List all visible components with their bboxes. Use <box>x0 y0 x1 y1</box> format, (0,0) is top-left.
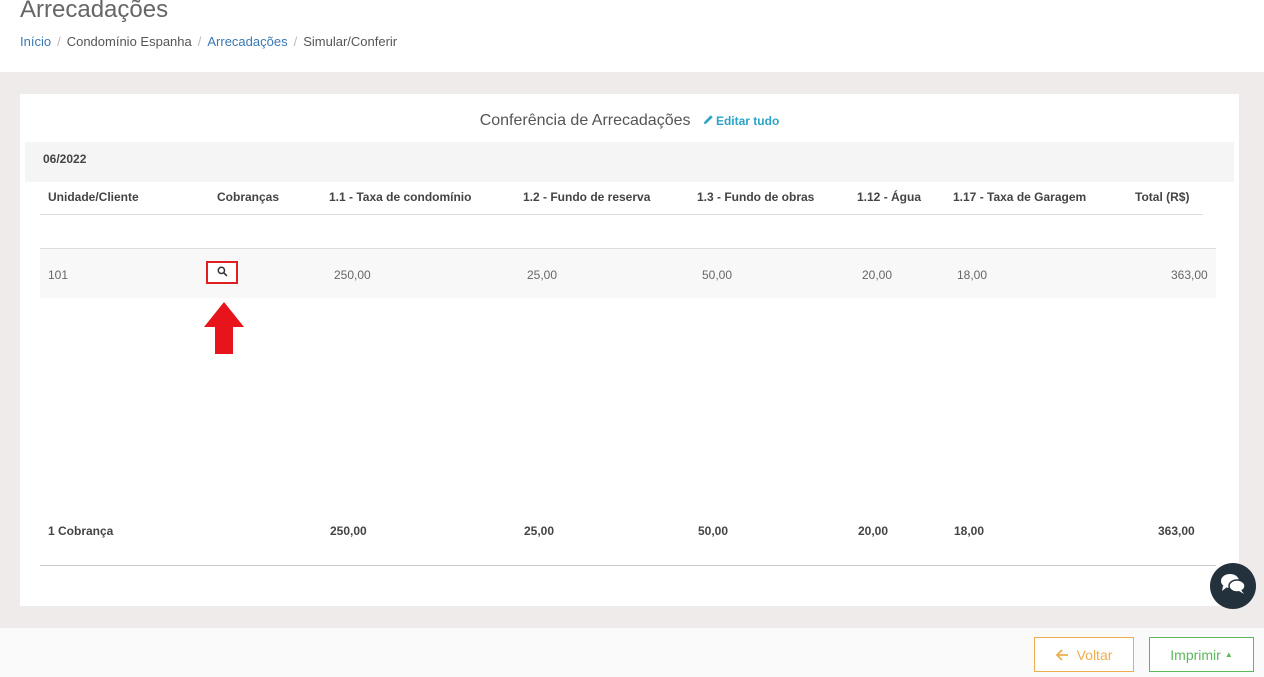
header-agua: 1.12 - Água <box>857 190 922 204</box>
panel-title: Conferência de Arrecadações <box>479 112 691 129</box>
row-fundo-obras: 50,00 <box>702 268 733 282</box>
totals-total: 363,00 <box>1158 524 1195 538</box>
print-label: Imprimir <box>1170 646 1221 663</box>
totals-fundo-reserva: 25,00 <box>524 524 555 538</box>
breadcrumb: Início / Condomínio Espanha / Arrecadações / S… <box>20 34 397 49</box>
period-label: 06/2022 <box>43 152 87 166</box>
panel-heading: Conferência de Arrecadações Editar tudo <box>20 112 1239 130</box>
row-taxa-garagem: 18,00 <box>957 268 988 282</box>
row-unit: 101 <box>48 268 69 282</box>
row-taxa-condominio: 250,00 <box>334 268 371 282</box>
content-area: Conferência de Arrecadações Editar tudo … <box>0 72 1264 628</box>
header-fundo-reserva: 1.2 - Fundo de reserva <box>523 190 651 204</box>
header-unit: Unidade/Cliente <box>48 190 139 204</box>
row-total: 363,00 <box>1171 268 1208 282</box>
breadcrumb-separator: / <box>57 34 61 49</box>
breadcrumb-separator: / <box>293 34 298 49</box>
pencil-icon <box>703 114 714 128</box>
back-label: Voltar <box>1076 646 1113 663</box>
print-dropdown-button[interactable]: Imprimir ▲ <box>1149 637 1254 672</box>
edit-all-link[interactable]: Editar tudo <box>703 114 779 128</box>
view-charges-button[interactable] <box>206 261 238 284</box>
conference-panel: Conferência de Arrecadações Editar tudo … <box>20 94 1239 606</box>
period-bar: 06/2022 <box>25 142 1234 182</box>
breadcrumb-separator: / <box>197 34 202 49</box>
breadcrumb-home[interactable]: Início <box>20 34 51 49</box>
header-divider <box>40 214 1203 215</box>
page-header: Arrecadações Início / Condomínio Espanha / A… <box>0 0 1264 72</box>
header-cobrancas: Cobranças <box>217 190 280 204</box>
row-agua: 20,00 <box>862 268 893 282</box>
caret-up-icon: ▲ <box>1224 650 1233 659</box>
chat-button[interactable] <box>1210 563 1256 609</box>
annotation-arrow-icon <box>204 302 244 354</box>
totals-divider <box>40 565 1216 566</box>
header-total: Total (R$) <box>1135 190 1190 204</box>
header-taxa-condominio: 1.1 - Taxa de condomínio <box>329 190 472 204</box>
page-title: Arrecadações <box>20 0 169 23</box>
breadcrumb-arrecadacoes[interactable]: Arrecadações <box>207 34 287 49</box>
totals-taxa-condominio: 250,00 <box>330 524 367 538</box>
breadcrumb-condominio: Condomínio Espanha <box>66 34 192 49</box>
totals-agua: 20,00 <box>858 524 889 538</box>
totals-fundo-obras: 50,00 <box>698 524 729 538</box>
arrow-left-icon <box>1055 648 1069 661</box>
back-button[interactable]: Voltar <box>1034 637 1134 672</box>
footer-bar: Voltar Imprimir ▲ <box>0 628 1264 677</box>
header-fundo-obras: 1.3 - Fundo de obras <box>697 190 815 204</box>
chat-icon <box>1219 572 1247 601</box>
search-icon <box>217 264 228 282</box>
edit-all-label: Editar tudo <box>715 114 780 128</box>
row-fundo-reserva: 25,00 <box>527 268 558 282</box>
totals-label: 1 Cobrança <box>48 524 114 538</box>
breadcrumb-current: Simular/Conferir <box>303 34 398 49</box>
header-taxa-garagem: 1.17 - Taxa de Garagem <box>953 190 1087 204</box>
totals-taxa-garagem: 18,00 <box>954 524 985 538</box>
